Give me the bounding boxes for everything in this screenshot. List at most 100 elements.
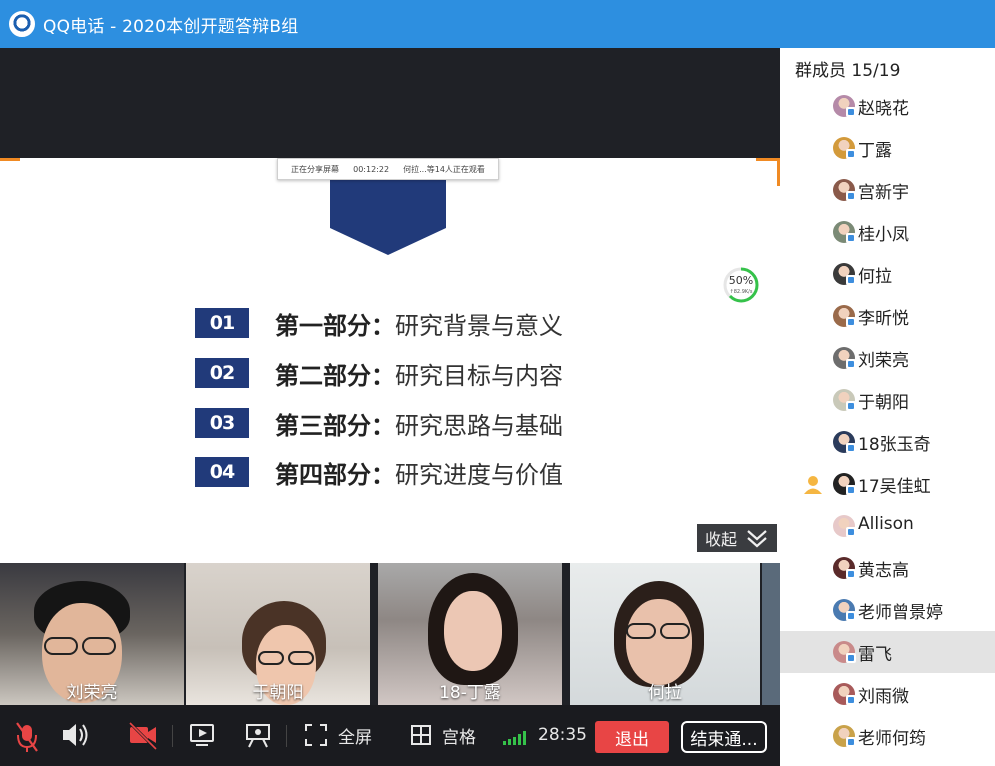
members-panel: 群成员 15/19 赵晓花 丁露 宫新宇 桂小凤 何拉 李昕悦 刘荣亮 于朝阳 18张玉奇 17吴… (780, 48, 995, 766)
video-on-icon (846, 485, 856, 495)
video-on-icon (846, 737, 856, 747)
video-tile-4[interactable]: 何拉 (570, 563, 760, 705)
double-chevron-down-icon (747, 530, 767, 548)
video-on-icon (846, 191, 856, 201)
member-item[interactable]: 桂小凤 (780, 211, 995, 253)
member-item[interactable]: 刘荣亮 (780, 337, 995, 379)
share-viewers: 何拉...等14人正在观看 (403, 164, 485, 174)
video-tile-2[interactable]: 于朝阳 (186, 563, 370, 705)
participant-video-glasses (82, 637, 116, 655)
member-item[interactable]: 老师曾景婷 (780, 589, 995, 631)
video-tile-name: 18-丁露 (439, 683, 501, 703)
screen-share-status-bar[interactable]: 正在分享屏幕 00:12:22 何拉...等14人正在观看 (277, 158, 499, 180)
participant-video-glasses (660, 623, 690, 639)
member-name: 桂小凤 (858, 225, 909, 245)
video-tile-1[interactable]: 刘荣亮 (0, 563, 184, 705)
toc-number: 01 (195, 308, 249, 338)
fullscreen-label: 全屏 (338, 727, 372, 748)
video-on-icon (846, 443, 856, 453)
upload-progress-percent: 50% (728, 274, 754, 287)
presentation-button[interactable] (244, 715, 272, 755)
video-on-icon (846, 149, 856, 159)
member-item[interactable]: 老师何筠 (780, 715, 995, 757)
video-tile-name: 于朝阳 (252, 683, 304, 703)
share-status-text: 正在分享屏幕 (291, 164, 340, 174)
member-item[interactable]: 于朝阳 (780, 379, 995, 421)
member-item[interactable]: 李昕悦 (780, 295, 995, 337)
toc-part-label: 第一部分： (275, 311, 395, 340)
member-item[interactable]: 18张玉奇 (780, 421, 995, 463)
window-title: QQ电话 - 2020本创开题答辩B组 (43, 16, 299, 37)
toc-part-label: 第四部分： (275, 460, 395, 489)
share-screen-button[interactable] (188, 715, 216, 755)
member-item[interactable]: 丁露 (780, 127, 995, 169)
video-tile-name: 刘荣亮 (66, 683, 118, 703)
member-item[interactable]: Allison (780, 505, 995, 547)
shared-screen-slide[interactable]: 目录 正在分享屏幕 00:12:22 何拉...等14人正在观看 50% ↑82… (0, 158, 780, 563)
grid-icon (411, 725, 431, 745)
member-item[interactable]: 黄志高 (780, 547, 995, 589)
grid-view-button[interactable]: 宫格 (410, 715, 476, 755)
call-status: 28:35 (502, 715, 587, 755)
video-on-icon (846, 653, 856, 663)
collapse-button[interactable]: 收起 (697, 524, 777, 552)
member-item[interactable]: 刘雨微 (780, 673, 995, 715)
video-tile-5-partial[interactable] (762, 563, 780, 705)
member-name: 丁露 (858, 141, 892, 161)
participant-video-glasses (288, 651, 314, 665)
mic-muted-icon (16, 722, 38, 752)
member-name: 刘雨微 (858, 687, 909, 707)
toc-number: 04 (195, 457, 249, 487)
stage-top-area (0, 48, 780, 158)
upload-speed: ↑82.9K/s (729, 289, 753, 295)
video-on-icon (846, 233, 856, 243)
call-duration: 28:35 (538, 725, 587, 745)
member-name: 老师何筠 (858, 729, 926, 749)
share-time: 00:12:22 (353, 164, 390, 174)
member-item[interactable]: 宫新宇 (780, 169, 995, 211)
member-name: 黄志高 (858, 561, 909, 581)
participant-video-glasses (626, 623, 656, 639)
video-tile-3[interactable]: 18-丁露 (378, 563, 562, 705)
toc-badge-underline (28, 217, 88, 218)
mic-mute-button[interactable] (14, 715, 40, 755)
call-control-bar: 全屏 宫格 28:35 退出 结束通... (0, 705, 780, 766)
member-name: 李昕悦 (858, 309, 909, 329)
toc-title: 研究目标与内容 (395, 361, 563, 390)
toc-item-2: 02 第二部分： 研究目标与内容 (195, 358, 563, 390)
member-name: 宫新宇 (858, 183, 909, 203)
camera-toggle-button[interactable] (128, 715, 158, 755)
member-name: 17吴佳虹 (858, 477, 931, 497)
member-name: 18张玉奇 (858, 435, 931, 455)
toc-title: 研究思路与基础 (395, 411, 563, 440)
camera-off-icon (128, 721, 158, 751)
share-frame-corner-left (0, 158, 20, 161)
fullscreen-icon (305, 724, 327, 746)
toc-item-4: 04 第四部分： 研究进度与价值 (195, 457, 563, 489)
participant-video-face (626, 599, 692, 685)
member-item[interactable]: 雷飞 (780, 631, 995, 673)
video-on-icon (846, 275, 856, 285)
speaker-icon (63, 724, 88, 746)
collapse-label: 收起 (705, 530, 738, 549)
main-stage: 目录 正在分享屏幕 00:12:22 何拉...等14人正在观看 50% ↑82… (0, 48, 780, 766)
member-name: 赵晓花 (858, 99, 909, 119)
toc-item-3: 03 第三部分： 研究思路与基础 (195, 408, 563, 440)
participant-video-face (444, 591, 502, 671)
toc-title: 研究进度与价值 (395, 460, 563, 489)
member-item[interactable]: 何拉 (780, 253, 995, 295)
video-strip: 刘荣亮 于朝阳 18-丁露 何拉 (0, 563, 780, 705)
share-frame-corner-right (756, 158, 780, 186)
exit-button[interactable]: 退出 (595, 721, 669, 753)
title-bar: QQ电话 - 2020本创开题答辩B组 (0, 0, 995, 48)
video-tile-name: 何拉 (648, 683, 682, 703)
member-item[interactable]: 赵晓花 (780, 85, 995, 127)
fullscreen-button[interactable]: 全屏 (304, 715, 372, 755)
video-on-icon (846, 569, 856, 579)
end-call-button[interactable]: 结束通... (681, 721, 767, 753)
member-item[interactable]: 17吴佳虹 (780, 463, 995, 505)
speaker-button[interactable] (60, 715, 90, 755)
qq-call-logo-icon (9, 11, 35, 37)
toc-item-1: 01 第一部分： 研究背景与意义 (195, 308, 563, 340)
member-name: 雷飞 (858, 645, 892, 665)
